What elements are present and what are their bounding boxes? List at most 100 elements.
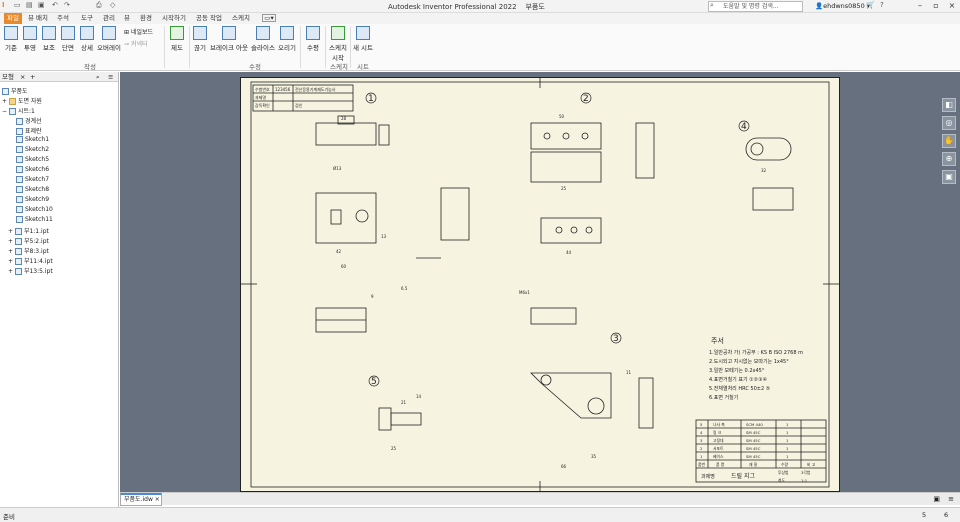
measure-icon[interactable]: ◇ [110, 1, 115, 9]
overlay-button[interactable]: 오버레이 [97, 26, 121, 52]
subject-label: 과제명 [701, 473, 715, 480]
tree-item-root[interactable]: 부품도 [2, 86, 28, 95]
tree-item-sketch[interactable]: Sketch7 [16, 176, 49, 183]
overlay-icon [102, 26, 116, 40]
projected-view-button[interactable]: 투영 [21, 26, 39, 52]
open-file-icon[interactable]: ▤ [26, 1, 33, 9]
tree-item-border[interactable]: 경계선 [16, 116, 42, 125]
tree-item-view[interactable]: + 부8:3.ipt [8, 246, 49, 255]
base-view-button[interactable]: 기준 [2, 26, 20, 52]
parts-row-cell: SM 45C [746, 446, 761, 451]
graphics-window[interactable]: 1 2 3 4 5 수험번호 123456 전산응용기계제도기능사 과제명 감독… [120, 72, 960, 492]
parts-row-cell: 서포트 [713, 446, 724, 451]
tab-collaborate[interactable]: 공동 작업 [194, 13, 224, 24]
undo-icon[interactable]: ↶ [52, 1, 58, 9]
browser-tab-model[interactable]: 모형 [2, 73, 14, 81]
tree-item-drawing-resources[interactable]: + 도면 자원 [2, 96, 42, 105]
horizontal-button[interactable]: 수평 [304, 26, 322, 52]
tree-item-sheet[interactable]: − 시트:1 [2, 106, 35, 115]
help-search-input[interactable]: 도움말 및 명령 검색... [708, 1, 803, 12]
help-icon[interactable]: ? [880, 1, 884, 9]
tab-menu-icon[interactable]: ≡ [948, 495, 954, 503]
projected-view-icon [23, 26, 37, 40]
section-view-button[interactable]: 단면 [59, 26, 77, 52]
tab-sketch[interactable]: 스케치 [230, 13, 252, 24]
tab-view[interactable]: 뷰 [122, 13, 132, 24]
nailboard-button[interactable]: ⊞ 네일보드 [124, 27, 153, 36]
part3-side-view [638, 377, 654, 429]
tree-item-sketch[interactable]: Sketch5 [16, 156, 49, 163]
tree-item-view[interactable]: + 부1:1.ipt [8, 226, 49, 235]
draft-button[interactable]: 제도 [168, 26, 186, 52]
dimension: 25 [561, 186, 567, 191]
browser-menu-icon[interactable]: ≡ [108, 72, 113, 82]
parts-row-cell: SCM 440 [746, 422, 763, 427]
parts-row-cell: SM 45C [746, 454, 761, 459]
user-account[interactable]: 👤ehdwns0850 ▾ [815, 2, 870, 10]
ribbon-options-button[interactable]: ▭▾ [262, 14, 276, 22]
minimize-button[interactable]: – [912, 0, 928, 13]
redo-icon[interactable]: ↷ [64, 1, 70, 9]
tree-item-sketch[interactable]: Sketch2 [16, 146, 49, 153]
tab-place-views[interactable]: 뷰 배치 [25, 13, 51, 24]
model-browser: 모형 × + ⌕ ≡ 부품도 + 도면 자원 − 시트:1 경계선 표제란 Sk… [0, 72, 119, 508]
detail-view-button[interactable]: 상세 [78, 26, 96, 52]
pan-icon[interactable]: ✋ [942, 134, 956, 148]
print-icon[interactable]: ⎙ [96, 1, 102, 10]
auxiliary-view-button[interactable]: 보조 [40, 26, 58, 52]
tab-manage[interactable]: 관리 [101, 13, 117, 24]
tree-item-view[interactable]: + 부11:4.ipt [8, 256, 53, 265]
dimension: 11 [626, 370, 632, 375]
ribbon-separator [164, 26, 165, 68]
tab-environments[interactable]: 환경 [138, 13, 154, 24]
tree-item-view[interactable]: + 부5:2.ipt [8, 236, 49, 245]
inventor-logo-icon[interactable]: I [2, 1, 5, 9]
new-sheet-button[interactable]: 새 시트 [352, 26, 374, 52]
new-file-icon[interactable]: ▭ [14, 1, 21, 9]
tab-list-icon[interactable]: ▣ [933, 495, 940, 503]
crop-button[interactable]: 오리기 [277, 26, 297, 52]
slice-button[interactable]: 슬라이스 [250, 26, 276, 52]
start-sketch-button[interactable]: 스케치 시작 [328, 26, 348, 62]
steering-wheel-icon[interactable]: ◎ [942, 116, 956, 130]
search-icon: ⌕ [710, 1, 714, 9]
tree-item-title-block[interactable]: 표제란 [16, 126, 42, 135]
tab-annotate[interactable]: 주석 [55, 13, 71, 24]
tree-item-view[interactable]: + 부13:5.ipt [8, 266, 53, 275]
tab-tools[interactable]: 도구 [79, 13, 95, 24]
maximize-button[interactable]: ▫ [928, 0, 944, 13]
part-label-3: 3 [613, 334, 619, 344]
zoom-window-icon[interactable]: ▣ [942, 170, 956, 184]
save-icon[interactable]: ▣ [38, 1, 45, 9]
break-button[interactable]: 끊기 [192, 26, 208, 52]
dimension: 28 [341, 116, 347, 121]
document-tab-active[interactable]: 부품도.idw × [120, 493, 162, 506]
tree-item-sketch[interactable]: Sketch1 [16, 136, 49, 143]
tab-get-started[interactable]: 시작하기 [160, 13, 188, 24]
tree-item-sketch[interactable]: Sketch11 [16, 216, 53, 223]
crop-icon [280, 26, 294, 40]
note-line: 2.도시되고 지시없는 모따기는 1x45° [709, 358, 789, 365]
drawing-sheet[interactable]: 1 2 3 4 5 수험번호 123456 전산응용기계제도기능사 과제명 감독… [240, 77, 840, 492]
view-cube-icon[interactable]: ◧ [942, 98, 956, 112]
break-out-button[interactable]: 브레이크 아웃 [209, 26, 249, 52]
part-label-5: 5 [371, 377, 377, 387]
close-tab-icon[interactable]: × [155, 496, 160, 503]
connector-button[interactable]: ⊸ 커넥터 [124, 39, 148, 48]
close-button[interactable]: × [944, 0, 960, 13]
cart-icon[interactable]: 🛒 [866, 1, 875, 9]
dimension: 66 [561, 464, 567, 469]
dimension: 13 [381, 234, 387, 239]
zoom-icon[interactable]: ⊕ [942, 152, 956, 166]
note-line: 1.일반공차 가) 가공부 : KS B ISO 2768 m [709, 349, 803, 356]
browser-close-icon[interactable]: × [20, 72, 25, 82]
status-bar: 준비 5 6 [0, 507, 960, 522]
tree-item-sketch[interactable]: Sketch6 [16, 166, 49, 173]
tree-item-sketch[interactable]: Sketch10 [16, 206, 53, 213]
browser-search-icon[interactable]: ⌕ [96, 72, 100, 82]
browser-add-icon[interactable]: + [30, 72, 35, 82]
break-out-icon [222, 26, 236, 40]
tab-file[interactable]: 파일 [4, 13, 22, 24]
tree-item-sketch[interactable]: Sketch9 [16, 196, 49, 203]
tree-item-sketch[interactable]: Sketch8 [16, 186, 49, 193]
